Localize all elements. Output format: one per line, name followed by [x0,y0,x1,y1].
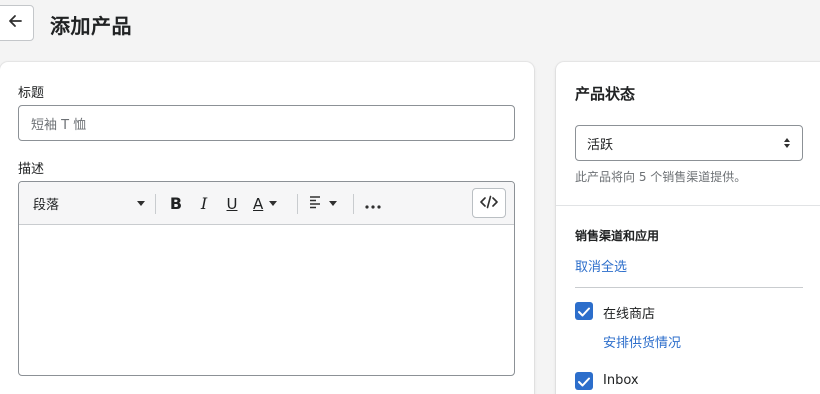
page-title: 添加产品 [50,14,132,38]
description-editor[interactable]: 段落 B I U A [18,181,515,376]
editor-toolbar: 段落 B I U A [19,182,514,225]
description-label: 描述 [18,162,45,177]
product-details-card: 标题 短袖 T 恤 描述 段落 B I U A [0,62,534,394]
channels-title: 销售渠道和应用 [575,229,660,243]
title-label: 标题 [18,86,45,101]
underline-icon: U [226,194,238,213]
more-horizontal-icon [365,194,381,213]
chevron-down-icon [269,201,278,206]
toolbar-divider [297,194,298,214]
format-select[interactable]: 段落 [33,182,145,225]
toolbar-divider [155,194,156,214]
status-title: 产品状态 [575,85,636,103]
italic-button[interactable]: I [197,182,211,225]
format-select-value: 段落 [33,198,60,213]
product-status-card: 产品状态 活跃 此产品将向 5 个销售渠道提供。 销售渠道和应用 取消全选 在线… [556,62,820,394]
code-icon [480,194,498,213]
show-html-button[interactable] [472,188,506,218]
inbox-label: Inbox [603,373,639,388]
bold-icon: B [169,194,183,213]
bold-button[interactable]: B [169,182,183,225]
arrow-left-icon [6,12,24,34]
status-select-value: 活跃 [587,137,614,153]
back-button[interactable] [0,5,34,41]
status-select[interactable]: 活跃 [575,125,803,161]
deselect-all-link[interactable]: 取消全选 [575,256,627,275]
chevron-down-icon [329,201,337,206]
schedule-availability-link[interactable]: 安排供货情况 [603,332,681,351]
toolbar-divider [353,194,354,214]
status-help-text: 此产品将向 5 个销售渠道提供。 [575,170,747,184]
channels-divider [575,287,803,288]
checkmark-icon [578,372,590,391]
title-input[interactable]: 短袖 T 恤 [18,105,515,141]
text-color-icon: A [253,194,264,213]
title-placeholder: 短袖 T 恤 [31,117,87,133]
underline-button[interactable]: U [225,182,239,225]
checkmark-icon [578,302,590,321]
text-color-button[interactable]: A [253,182,285,225]
online-store-label: 在线商店 [603,307,656,322]
select-arrows-icon [784,138,790,148]
online-store-checkbox[interactable] [575,302,593,320]
section-divider [556,205,820,206]
inbox-checkbox[interactable] [575,372,593,390]
chevron-down-icon [137,201,145,206]
align-button[interactable] [309,182,341,225]
more-button[interactable] [365,182,383,225]
italic-icon: I [200,194,208,213]
align-left-icon [309,194,323,213]
